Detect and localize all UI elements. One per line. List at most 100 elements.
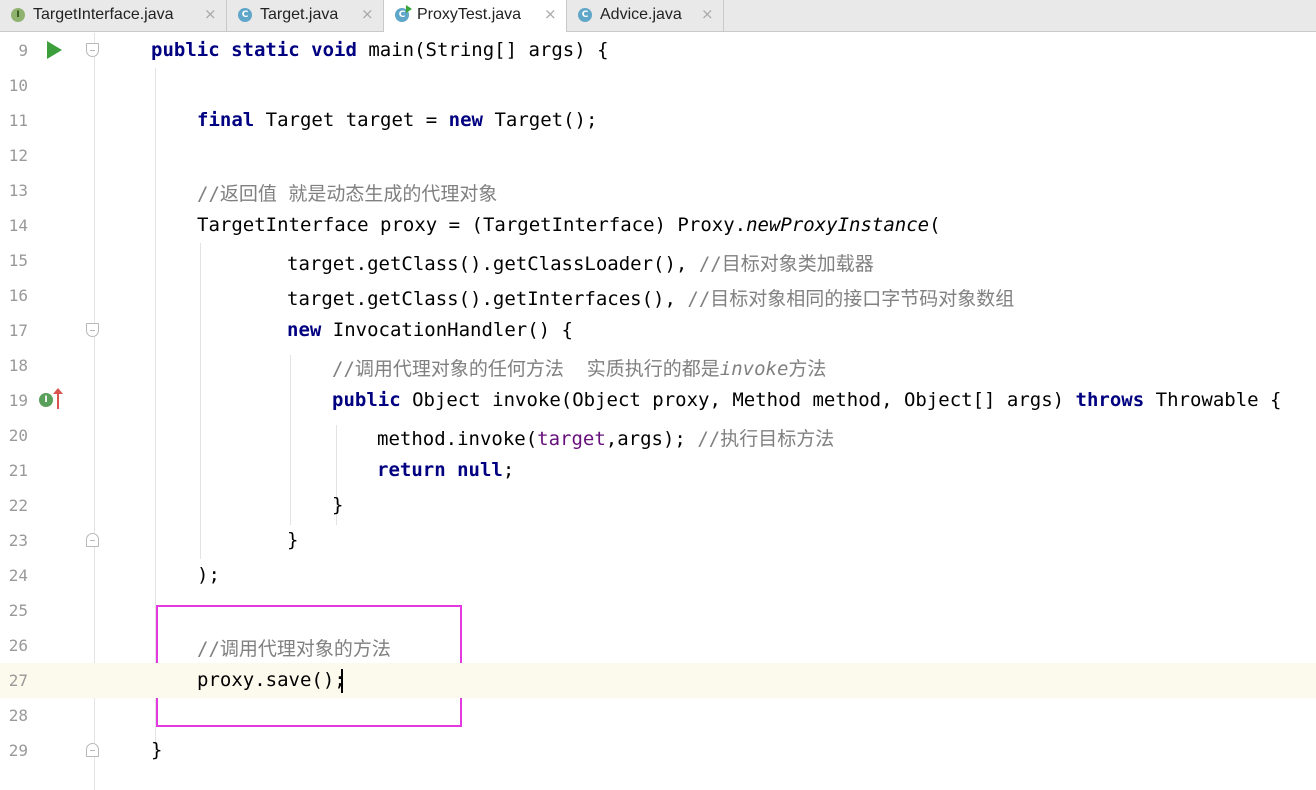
code-text: method.invoke(target,args); //执行目标方法 (377, 424, 834, 451)
tab-proxytest[interactable]: C ProxyTest.java × (384, 0, 567, 32)
code-line[interactable]: 17 new InvocationHandler() { (0, 313, 1316, 348)
line-number: 10 (8, 76, 28, 95)
code-token: target.getClass().getClassLoader(), (287, 253, 699, 275)
code-comment: //返回值 就是动态生成的代理对象 (197, 183, 498, 205)
code-comment: 方法 (788, 358, 827, 380)
tab-targetinterface[interactable]: I TargetInterface.java × (0, 0, 227, 31)
code-line[interactable]: 10 (0, 68, 1316, 103)
code-line[interactable]: 12 (0, 138, 1316, 173)
code-comment: invoke (719, 358, 789, 380)
code-line[interactable]: 28 (0, 698, 1316, 733)
code-token: proxy.save(); (197, 669, 346, 691)
code-token: Object invoke(Object proxy, Method metho… (412, 389, 1076, 411)
tab-label: ProxyTest.java (417, 6, 522, 23)
code-line[interactable]: 22} (0, 488, 1316, 523)
code-token: InvocationHandler() { (332, 319, 573, 341)
code-token: newProxyInstance (746, 214, 930, 236)
class-icon: C (238, 8, 252, 22)
code-text: return null; (377, 459, 514, 481)
code-keyword: public static void (151, 39, 369, 61)
code-text: } (332, 494, 343, 516)
code-line[interactable]: 11 final Target target = new Target(); (0, 103, 1316, 138)
code-text: public static void main(String[] args) { (151, 39, 609, 61)
override-up-arrow-icon[interactable] (53, 388, 63, 409)
code-token: Target target = (265, 109, 449, 131)
code-line[interactable]: 14 TargetInterface proxy = (TargetInterfa… (0, 208, 1316, 243)
code-text: public Object invoke(Object proxy, Metho… (332, 389, 1281, 411)
code-line[interactable]: 9 public static void main(String[] args) … (0, 33, 1316, 68)
fold-collapse-icon[interactable] (86, 43, 99, 57)
code-line[interactable]: 19 public Object invoke(Object proxy, Met… (0, 383, 1316, 418)
runnable-class-icon: C (395, 5, 412, 22)
code-line[interactable]: 26 //调用代理对象的方法 (0, 628, 1316, 663)
code-editor[interactable]: 9 public static void main(String[] args) … (0, 33, 1316, 790)
fold-end-icon[interactable] (86, 533, 99, 547)
close-tab-icon[interactable]: × (701, 5, 714, 23)
code-token: ); (197, 564, 220, 586)
line-number: 22 (8, 496, 28, 515)
code-text: target.getClass().getClassLoader(), //目标… (287, 249, 874, 276)
code-token: method.invoke( (377, 428, 538, 450)
code-line[interactable]: 24); (0, 558, 1316, 593)
code-text: TargetInterface proxy = (TargetInterface… (197, 214, 941, 236)
line-number: 13 (8, 181, 28, 200)
code-comment: //调用代理对象的任何方法 实质执行的都是 (332, 358, 720, 380)
fold-end-icon[interactable] (86, 743, 99, 757)
code-text: //调用代理对象的任何方法 实质执行的都是invoke方法 (332, 354, 826, 381)
line-number: 29 (8, 741, 28, 760)
close-tab-icon[interactable]: × (361, 5, 374, 23)
class-icon: C (578, 8, 592, 22)
run-gutter-icon[interactable] (47, 41, 62, 59)
code-text: } (287, 529, 298, 551)
code-text: //调用代理对象的方法 (197, 634, 391, 661)
code-comment: //目标对象类加载器 (698, 253, 874, 275)
line-number: 15 (8, 251, 28, 270)
code-keyword: return null (377, 459, 503, 481)
line-number: 19 (8, 391, 28, 410)
line-number: 20 (8, 426, 28, 445)
code-token: TargetInterface proxy = (TargetInterface… (197, 214, 747, 236)
code-token: ( (929, 214, 941, 236)
implements-method-icon[interactable]: I (39, 393, 53, 407)
code-line[interactable]: 25 (0, 593, 1316, 628)
code-line[interactable]: 15 target.getClass().getClassLoader(), //… (0, 243, 1316, 278)
line-number: 9 (18, 41, 28, 60)
code-line[interactable]: 27 proxy.save(); (0, 663, 1316, 698)
line-number: 27 (8, 671, 28, 690)
tab-label: Advice.java (600, 6, 682, 23)
code-line[interactable]: 13 //返回值 就是动态生成的代理对象 (0, 173, 1316, 208)
code-line[interactable]: 21 return null; (0, 453, 1316, 488)
line-number: 24 (8, 566, 28, 585)
code-token: Throwable { (1155, 389, 1282, 411)
code-text: //返回值 就是动态生成的代理对象 (197, 179, 497, 206)
line-number: 23 (8, 531, 28, 550)
line-number: 11 (8, 111, 28, 130)
tab-advice[interactable]: C Advice.java × (567, 0, 724, 31)
code-line[interactable]: 16 target.getClass().getInterfaces(), //目… (0, 278, 1316, 313)
code-line[interactable]: 20 method.invoke(target,args); //执行目标方法 (0, 418, 1316, 453)
code-line[interactable]: 23} (0, 523, 1316, 558)
code-comment: //执行目标方法 (697, 428, 835, 450)
code-keyword: final (197, 109, 266, 131)
code-token: } (287, 529, 299, 551)
code-text: new InvocationHandler() { (287, 319, 573, 341)
text-caret (341, 669, 343, 693)
close-tab-icon[interactable]: × (544, 5, 557, 23)
code-token: target.getClass().getInterfaces(), (287, 288, 688, 310)
tab-target[interactable]: C Target.java × (227, 0, 384, 31)
code-line[interactable]: 18 //调用代理对象的任何方法 实质执行的都是invoke方法 (0, 348, 1316, 383)
code-line[interactable]: 29} (0, 733, 1316, 768)
code-comment: //调用代理对象的方法 (197, 638, 391, 660)
line-number: 28 (8, 706, 28, 725)
line-number: 12 (8, 146, 28, 165)
line-number: 21 (8, 461, 28, 480)
line-number: 14 (8, 216, 28, 235)
fold-collapse-icon[interactable] (86, 323, 99, 337)
editor-tab-bar: I TargetInterface.java × C Target.java × C Prox… (0, 0, 1316, 32)
close-tab-icon[interactable]: × (204, 5, 217, 23)
code-text: proxy.save(); (197, 669, 346, 691)
code-text: ); (197, 564, 220, 586)
interface-icon: I (11, 8, 25, 22)
line-number: 25 (8, 601, 28, 620)
code-keyword: new (287, 319, 333, 341)
